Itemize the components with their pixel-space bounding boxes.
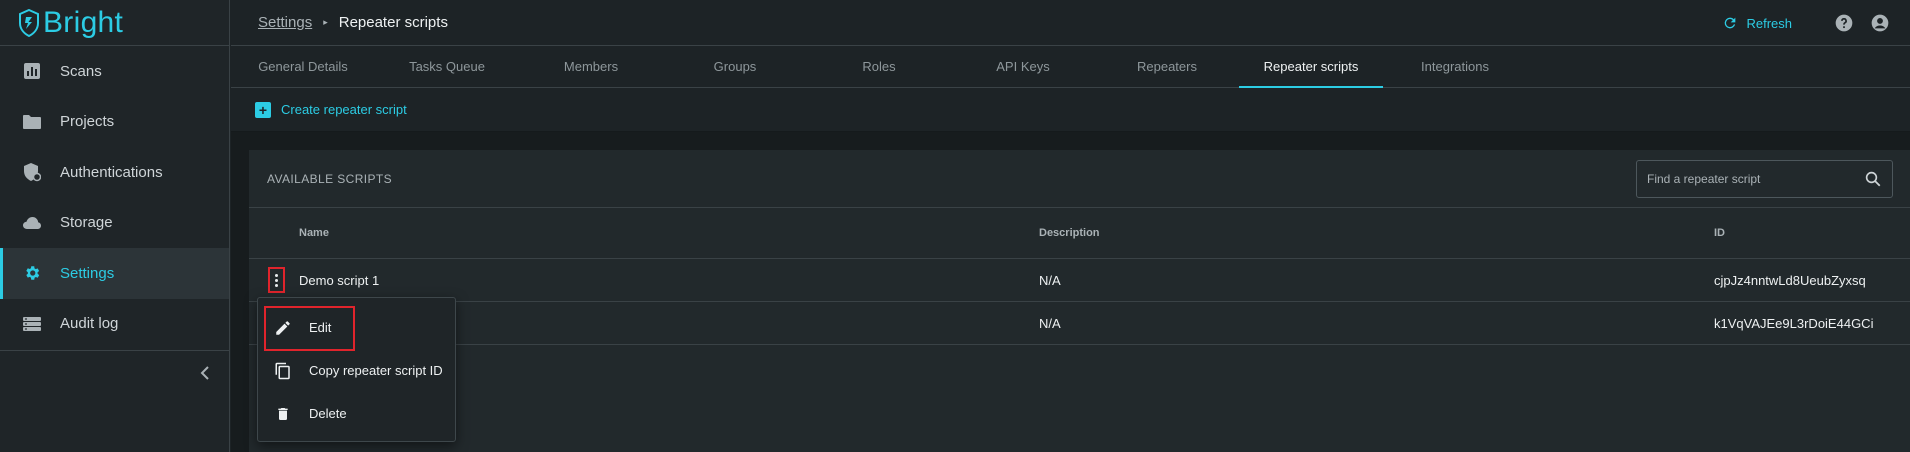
menu-item-label: Copy repeater script ID <box>309 363 443 378</box>
scripts-panel: AVAILABLE SCRIPTS Name Description ID De… <box>249 150 1910 452</box>
search-input[interactable] <box>1647 171 1847 186</box>
settings-tabs: General Details Tasks Queue Members Grou… <box>231 46 1910 88</box>
menu-item-label: Edit <box>309 320 332 335</box>
panel-title: AVAILABLE SCRIPTS <box>267 171 393 186</box>
sidebar-item-label: Authentications <box>60 163 163 181</box>
tab-members[interactable]: Members <box>519 46 663 87</box>
add-icon: + <box>255 101 271 118</box>
sidebar: Bright Scans Projects Authentications St… <box>0 0 230 452</box>
table-header: Name Description ID <box>249 208 1910 259</box>
row-actions-menu-button[interactable] <box>267 267 285 293</box>
search-box[interactable] <box>1636 159 1893 198</box>
search-icon[interactable] <box>1864 170 1882 188</box>
kebab-dot <box>274 278 278 282</box>
column-header-description: Description <box>1039 227 1100 239</box>
script-id-cell: cjpJz4nntwLd8UeubZyxsq <box>1714 272 1866 288</box>
copy-icon <box>273 361 293 381</box>
account-icon[interactable] <box>1870 13 1890 33</box>
menu-item-edit[interactable]: Edit <box>258 306 455 351</box>
sidebar-item-settings[interactable]: Settings <box>0 248 229 299</box>
menu-item-copy-id[interactable]: Copy repeater script ID <box>258 349 455 392</box>
pencil-icon <box>273 318 293 338</box>
bar-chart-icon <box>22 61 42 81</box>
create-button-label: Create repeater script <box>281 102 407 117</box>
tab-groups[interactable]: Groups <box>663 46 807 87</box>
brand-name: Bright <box>43 5 124 39</box>
bright-logo-icon <box>19 8 39 37</box>
refresh-button[interactable]: Refresh <box>1722 15 1792 31</box>
column-header-id: ID <box>1714 227 1725 239</box>
help-icon[interactable] <box>1834 13 1854 33</box>
menu-item-delete[interactable]: Delete <box>258 392 455 435</box>
table-row: N/A k1VqVAJEe9L3rDoiE44GCi <box>249 302 1910 345</box>
logo[interactable]: Bright <box>0 0 229 46</box>
refresh-label: Refresh <box>1746 15 1792 31</box>
create-repeater-script-button[interactable]: + Create repeater script <box>255 101 407 118</box>
tab-repeater-scripts[interactable]: Repeater scripts <box>1239 46 1383 88</box>
tab-general-details[interactable]: General Details <box>231 46 375 87</box>
shield-lock-icon <box>22 162 42 182</box>
toolbar: + Create repeater script <box>231 88 1910 132</box>
trash-icon <box>273 404 293 424</box>
breadcrumb: Settings ▸ Repeater scripts <box>258 14 448 31</box>
top-actions: Refresh <box>1722 0 1890 46</box>
tab-integrations[interactable]: Integrations <box>1383 46 1527 87</box>
tab-api-keys[interactable]: API Keys <box>951 46 1095 87</box>
refresh-icon <box>1725 17 1736 29</box>
kebab-dot <box>274 283 278 287</box>
gear-icon <box>22 263 42 283</box>
sidebar-item-audit-log[interactable]: Audit log <box>0 299 229 350</box>
sidebar-item-scans[interactable]: Scans <box>0 46 229 97</box>
row-context-menu: Edit Copy repeater script ID Delete <box>257 297 456 442</box>
panel-header: AVAILABLE SCRIPTS <box>249 150 1910 208</box>
sidebar-item-label: Audit log <box>60 315 119 333</box>
server-icon <box>22 314 42 334</box>
menu-item-label: Delete <box>309 406 347 421</box>
sidebar-item-label: Storage <box>60 214 113 232</box>
sidebar-item-label: Settings <box>60 264 115 282</box>
tab-repeaters[interactable]: Repeaters <box>1095 46 1239 87</box>
script-id-cell: k1VqVAJEe9L3rDoiE44GCi <box>1714 315 1874 331</box>
tab-tasks-queue[interactable]: Tasks Queue <box>375 46 519 87</box>
sidebar-collapse-button[interactable] <box>0 350 230 394</box>
script-name-cell: Demo script 1 <box>299 272 380 288</box>
table-row: Demo script 1 N/A cjpJz4nntwLd8UeubZyxsq <box>249 259 1910 302</box>
column-header-name[interactable]: Name <box>299 227 1039 239</box>
script-description-cell: N/A <box>1039 272 1061 288</box>
tab-roles[interactable]: Roles <box>807 46 951 87</box>
sidebar-item-authentications[interactable]: Authentications <box>0 147 229 198</box>
chevron-left-icon <box>200 365 209 380</box>
script-description-cell: N/A <box>1039 315 1061 331</box>
top-bar: Settings ▸ Repeater scripts Refresh <box>231 0 1910 46</box>
breadcrumb-separator-icon: ▸ <box>323 17 328 27</box>
sidebar-item-storage[interactable]: Storage <box>0 198 229 249</box>
sidebar-item-projects[interactable]: Projects <box>0 97 229 148</box>
folder-icon <box>22 112 42 132</box>
sidebar-item-label: Projects <box>60 113 115 131</box>
kebab-dot <box>274 273 278 277</box>
cloud-icon <box>22 213 42 233</box>
sidebar-item-label: Scans <box>60 62 102 80</box>
breadcrumb-current: Repeater scripts <box>338 14 448 31</box>
breadcrumb-parent-link[interactable]: Settings <box>258 14 312 31</box>
